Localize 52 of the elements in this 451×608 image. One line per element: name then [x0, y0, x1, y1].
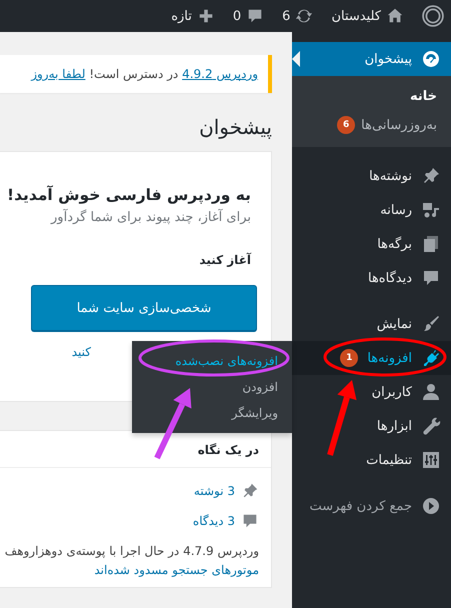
menu-item[interactable]: تنظیمات — [292, 443, 451, 477]
pin-icon — [241, 482, 259, 500]
update-link[interactable]: وردپرس 4.9.2 — [182, 67, 258, 81]
logo-icon[interactable] — [422, 5, 444, 27]
media-icon — [421, 200, 441, 220]
submenu-item[interactable]: ویرایشگر — [132, 400, 292, 426]
new-content-link[interactable]: تازه — [171, 8, 192, 24]
menu-item[interactable]: نوشته‌ها — [292, 159, 451, 193]
update-notice: وردپرس 4.9.2 در دسترس است! لطفا به‌روز — [0, 55, 272, 93]
updates-link[interactable]: 6 — [282, 8, 290, 24]
comment-icon — [421, 268, 441, 288]
comment-icon — [246, 7, 264, 25]
gauge-icon — [421, 49, 441, 69]
wrench-icon — [421, 416, 441, 436]
menu-item[interactable]: نمایش — [292, 307, 451, 341]
paintbrush-icon — [421, 314, 441, 334]
version-text: وردپرس 4.7.9 در حال اجرا با پوسته‌ی دوهزاروهف — [4, 544, 259, 558]
pages-icon — [421, 234, 441, 254]
submenu-item[interactable]: به‌روزرسانی‌ها — [361, 118, 437, 132]
count-badge: 6 — [337, 116, 356, 134]
menu-item[interactable]: رسانه — [292, 193, 451, 227]
refresh-icon — [295, 7, 314, 25]
section-title: آغاز کنید — [198, 253, 251, 267]
plug-icon — [421, 348, 441, 368]
welcome-subtitle: برای آغاز، چند پیوند برای شما گردآور — [50, 210, 251, 225]
submenu-item[interactable]: خانه — [410, 89, 437, 104]
plus-icon — [196, 7, 215, 25]
site-name-link[interactable]: کلیدستان — [331, 8, 381, 24]
count-link[interactable]: 3 نوشته — [194, 484, 235, 498]
search-engines-link[interactable]: موتورهای جستجو مسدود شده‌اند — [94, 563, 259, 577]
panel-title: در یک نگاه — [0, 431, 271, 468]
update-link[interactable]: لطفا به‌روز — [31, 67, 86, 81]
collapse-menu-button[interactable]: جمع کردن فهرست — [310, 498, 412, 514]
menu-item[interactable]: ابزارها — [292, 409, 451, 443]
collapse-icon — [421, 496, 441, 516]
submenu-item[interactable]: افزونه‌های نصب‌شده — [132, 348, 292, 374]
welcome-title: به وردپرس فارسی خوش آمدید! — [6, 186, 251, 204]
comments-link[interactable]: 0 — [232, 8, 242, 24]
welcome-link[interactable]: کنید — [72, 345, 91, 359]
menu-item[interactable]: پیشخوان — [292, 42, 451, 76]
customize-site-button[interactable]: شخصی‌سازی سایت شما — [31, 285, 257, 331]
menu-item[interactable]: کاربران — [292, 375, 451, 409]
count-badge: 1 — [340, 349, 358, 367]
submenu-item[interactable]: افزودن — [132, 374, 292, 400]
sliders-icon — [421, 450, 441, 470]
menu-item[interactable]: دیدگاه‌ها — [292, 261, 451, 295]
menu-item[interactable]: برگه‌ها — [292, 227, 451, 261]
count-link[interactable]: 3 دیدگاه — [192, 514, 235, 528]
user-icon — [421, 382, 441, 402]
comment-icon — [241, 512, 259, 530]
home-icon — [386, 7, 404, 25]
page-title: پیشخوان — [198, 115, 272, 139]
